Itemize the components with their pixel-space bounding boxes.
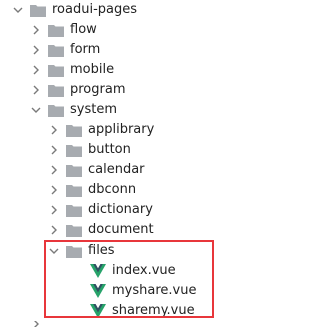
tree-item-label: dbconn [88,182,137,197]
tree-item-label: mobile [70,62,115,77]
tree-item-calendar[interactable]: calendar [48,160,145,180]
tree-item-dictionary[interactable]: dictionary [48,200,153,220]
folder-icon [48,64,64,77]
tree-item-button[interactable]: button [48,140,131,160]
tree-item-label: system [70,102,117,117]
folder-icon [66,164,82,177]
folder-icon [48,84,64,97]
chevron-right-icon[interactable] [48,162,60,178]
highlight-box [44,240,214,318]
chevron-right-icon[interactable] [30,62,42,78]
tree-item-label: applibrary [88,122,155,137]
tree-item-document[interactable]: document [48,220,154,240]
tree-item-program[interactable]: program [30,80,126,100]
chevron-right-icon[interactable] [30,42,42,58]
tree-item-label: program [70,82,126,97]
chevron-right-icon[interactable] [30,82,42,98]
tree-item-label: form [70,42,101,57]
chevron-right-icon[interactable] [48,142,60,158]
tree-item-label: roadui-pages [52,2,138,17]
folder-icon [66,184,82,197]
tree-item-mobile[interactable]: mobile [30,60,114,80]
chevron-down-icon[interactable] [12,2,24,18]
chevron-right-icon[interactable] [48,202,60,218]
chevron-right-icon [30,321,42,327]
tree-item-root[interactable]: roadui-pages [12,0,137,20]
tree-item-dbconn[interactable]: dbconn [48,180,136,200]
tree-item-label: document [88,222,154,237]
chevron-right-icon[interactable] [48,122,60,138]
tree-item-system[interactable]: system [30,100,117,120]
chevron-right-icon[interactable] [48,222,60,238]
folder-icon [66,144,82,157]
chevron-right-icon[interactable] [48,182,60,198]
tree-item-applibrary[interactable]: applibrary [48,120,154,140]
folder-icon [30,4,46,17]
tree-item-form[interactable]: form [30,40,100,60]
chevron-right-icon[interactable] [30,22,42,38]
tree-item-label: flow [70,22,97,37]
chevron-down-icon[interactable] [30,102,42,118]
folder-icon [48,24,64,37]
tree-item-label: dictionary [88,202,153,217]
folder-icon [48,44,64,57]
tree-item-flow[interactable]: flow [30,20,97,40]
tree-item-partial [30,321,48,327]
tree-item-label: button [88,142,131,157]
folder-icon [66,124,82,137]
tree-item-label: calendar [88,162,145,177]
folder-icon [48,104,64,117]
folder-icon [66,204,82,217]
folder-icon [66,224,82,237]
